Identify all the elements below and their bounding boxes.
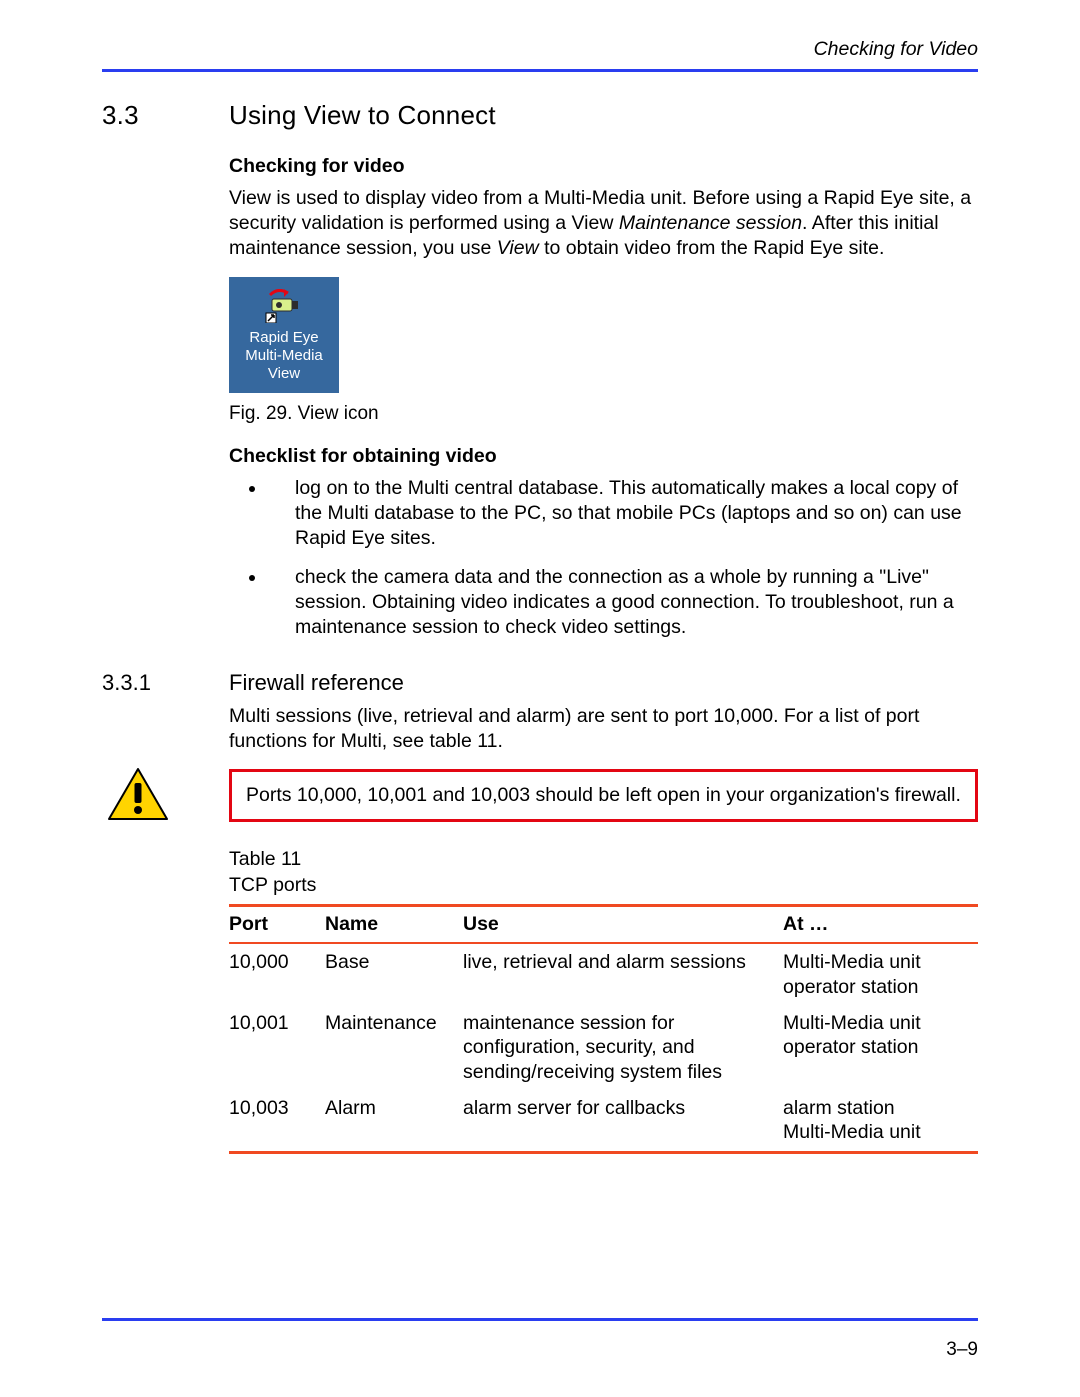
table-block: Table 11 TCP ports Port Name Use At … 10… bbox=[229, 847, 978, 1153]
cell-port: 10,000 bbox=[229, 943, 325, 1005]
section-heading: 3.3 Using View to Connect bbox=[102, 100, 978, 131]
table-row: 10,003 Alarm alarm server for callbacks … bbox=[229, 1090, 978, 1152]
cell-use: alarm server for callbacks bbox=[463, 1090, 783, 1152]
checklist-item: check the camera data and the connection… bbox=[267, 565, 978, 640]
checklist-heading: Checklist for obtaining video bbox=[229, 445, 978, 468]
table-caption-line1: Table 11 bbox=[229, 848, 301, 870]
intro-text-3: to obtain video from the Rapid Eye site. bbox=[539, 237, 885, 259]
cell-name: Alarm bbox=[325, 1090, 463, 1152]
figure-caption: Fig. 29. View icon bbox=[229, 403, 978, 425]
icon-label-3: View bbox=[235, 365, 333, 383]
intro-em-2: View bbox=[497, 237, 539, 259]
content-column: Checking for video View is used to displ… bbox=[229, 155, 978, 640]
cell-port: 10,001 bbox=[229, 1005, 325, 1090]
cell-name: Maintenance bbox=[325, 1005, 463, 1090]
subsection-content: Multi sessions (live, retrieval and alar… bbox=[229, 704, 978, 754]
cell-use: live, retrieval and alarm sessions bbox=[463, 943, 783, 1005]
camera-shortcut-icon bbox=[264, 289, 304, 323]
table-caption-line2: TCP ports bbox=[229, 874, 316, 896]
page-number: 3–9 bbox=[946, 1339, 978, 1361]
footer-rule bbox=[102, 1318, 978, 1321]
th-use: Use bbox=[463, 906, 783, 944]
subsection-title: Firewall reference bbox=[229, 670, 404, 696]
subsection-heading: 3.3.1 Firewall reference bbox=[102, 670, 978, 696]
ports-table: Port Name Use At … 10,000 Base live, ret… bbox=[229, 904, 978, 1154]
cell-at: Multi-Media unitoperator station bbox=[783, 1005, 978, 1090]
icon-label-1: Rapid Eye bbox=[235, 329, 333, 347]
header-rule bbox=[102, 69, 978, 72]
table-row: 10,001 Maintenance maintenance session f… bbox=[229, 1005, 978, 1090]
warning-box: Ports 10,000, 10,001 and 10,003 should b… bbox=[229, 769, 978, 821]
section-number: 3.3 bbox=[102, 100, 229, 131]
cell-at: Multi-Media unitoperator station bbox=[783, 943, 978, 1005]
table-caption: Table 11 TCP ports bbox=[229, 847, 978, 898]
icon-label-2: Multi-Media bbox=[235, 347, 333, 365]
th-at: At … bbox=[783, 906, 978, 944]
warning-row: Ports 10,000, 10,001 and 10,003 should b… bbox=[102, 767, 978, 823]
subsection-number: 3.3.1 bbox=[102, 670, 229, 696]
view-icon-block: Rapid Eye Multi-Media View bbox=[229, 277, 339, 393]
section-title: Using View to Connect bbox=[229, 100, 496, 131]
cell-port: 10,003 bbox=[229, 1090, 325, 1152]
th-name: Name bbox=[325, 906, 463, 944]
subsection-paragraph: Multi sessions (live, retrieval and alar… bbox=[229, 704, 978, 754]
cell-at: alarm stationMulti-Media unit bbox=[783, 1090, 978, 1152]
checklist: log on to the Multi central database. Th… bbox=[229, 476, 978, 640]
intro-em-1: Maintenance session bbox=[619, 212, 802, 234]
table-row: 10,000 Base live, retrieval and alarm se… bbox=[229, 943, 978, 1005]
intro-heading: Checking for video bbox=[229, 155, 978, 178]
running-head: Checking for Video bbox=[102, 38, 978, 61]
checklist-item: log on to the Multi central database. Th… bbox=[267, 476, 978, 551]
intro-paragraph: View is used to display video from a Mul… bbox=[229, 186, 978, 261]
cell-use: maintenance session for configuration, s… bbox=[463, 1005, 783, 1090]
warning-icon bbox=[102, 767, 174, 823]
table-header-row: Port Name Use At … bbox=[229, 906, 978, 944]
th-port: Port bbox=[229, 906, 325, 944]
page: Checking for Video 3.3 Using View to Con… bbox=[0, 0, 1080, 1397]
cell-name: Base bbox=[325, 943, 463, 1005]
